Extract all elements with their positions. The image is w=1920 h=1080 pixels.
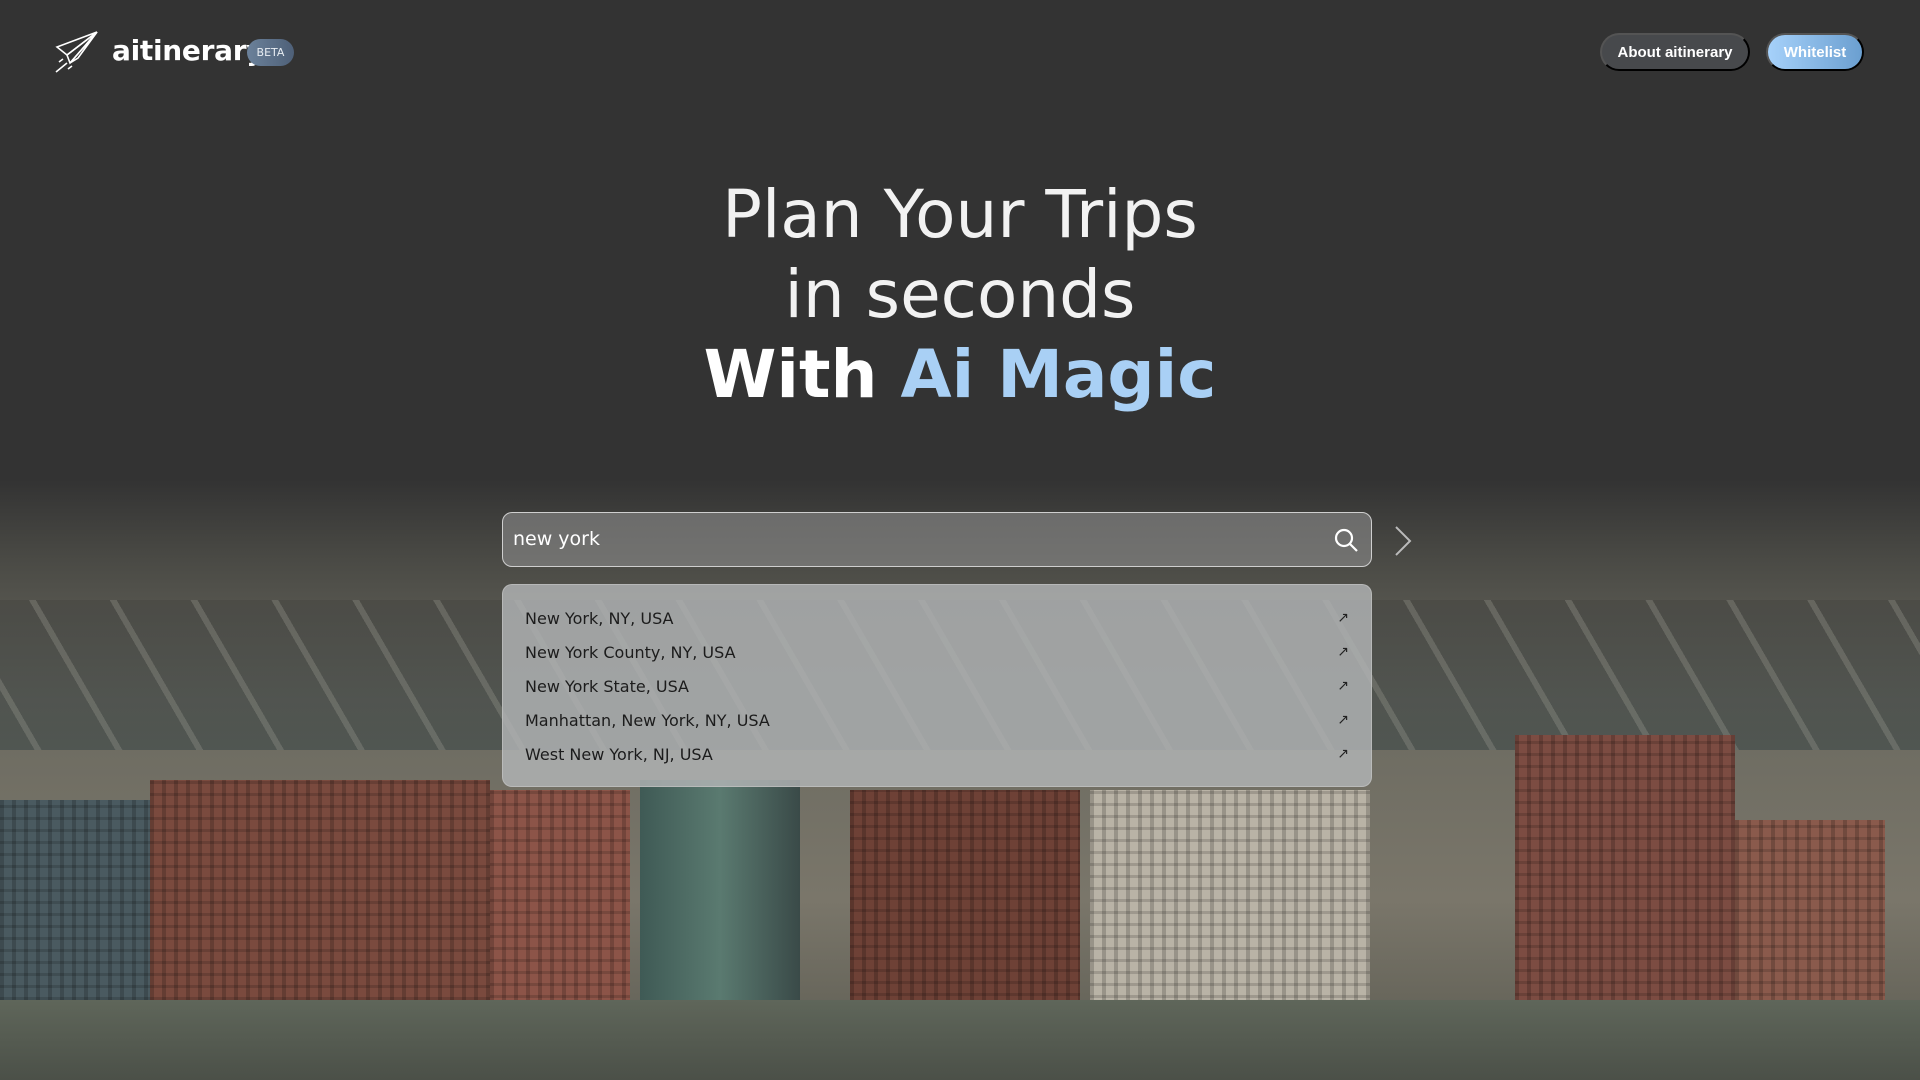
hero-with: With: [703, 336, 878, 413]
destination-search-input[interactable]: [513, 513, 1313, 565]
chevron-right-icon[interactable]: [1392, 525, 1414, 557]
arrow-up-right-icon: ↗: [1337, 610, 1349, 626]
arrow-up-right-icon: ↗: [1337, 644, 1349, 660]
suggestion-label: New York State, USA: [525, 676, 689, 696]
suggestion-item[interactable]: New York, NY, USA ↗: [503, 602, 1371, 634]
beta-badge: BETA: [247, 39, 294, 66]
brand-name[interactable]: aitinerary: [112, 34, 264, 67]
suggestion-item[interactable]: West New York, NJ, USA ↗: [503, 738, 1371, 770]
arrow-up-right-icon: ↗: [1337, 746, 1349, 762]
suggestion-label: New York County, NY, USA: [525, 642, 736, 662]
paper-plane-icon[interactable]: [54, 31, 98, 73]
about-button[interactable]: About aitinerary: [1600, 33, 1750, 71]
search-icon[interactable]: [1333, 527, 1359, 553]
suggestion-label: New York, NY, USA: [525, 608, 674, 628]
hero-line-2: in seconds: [784, 256, 1136, 333]
whitelist-button[interactable]: Whitelist: [1766, 33, 1864, 71]
arrow-up-right-icon: ↗: [1337, 712, 1349, 728]
header: aitinerary BETA About aitinerary Whiteli…: [0, 0, 1920, 100]
hero-ai-magic: Ai Magic: [900, 336, 1217, 413]
hero-line-1: Plan Your Trips: [722, 176, 1198, 253]
arrow-up-right-icon: ↗: [1337, 678, 1349, 694]
search-box: [502, 512, 1372, 567]
suggestion-label: Manhattan, New York, NY, USA: [525, 710, 770, 730]
hero-heading: Plan Your Trips in seconds With Ai Magic: [0, 175, 1920, 415]
hero-line-3: With Ai Magic: [0, 335, 1920, 415]
suggestions-dropdown: New York, NY, USA ↗ New York County, NY, …: [502, 584, 1372, 787]
suggestion-item[interactable]: New York County, NY, USA ↗: [503, 636, 1371, 668]
suggestion-item[interactable]: New York State, USA ↗: [503, 670, 1371, 702]
suggestion-item[interactable]: Manhattan, New York, NY, USA ↗: [503, 704, 1371, 736]
suggestion-label: West New York, NJ, USA: [525, 744, 713, 764]
